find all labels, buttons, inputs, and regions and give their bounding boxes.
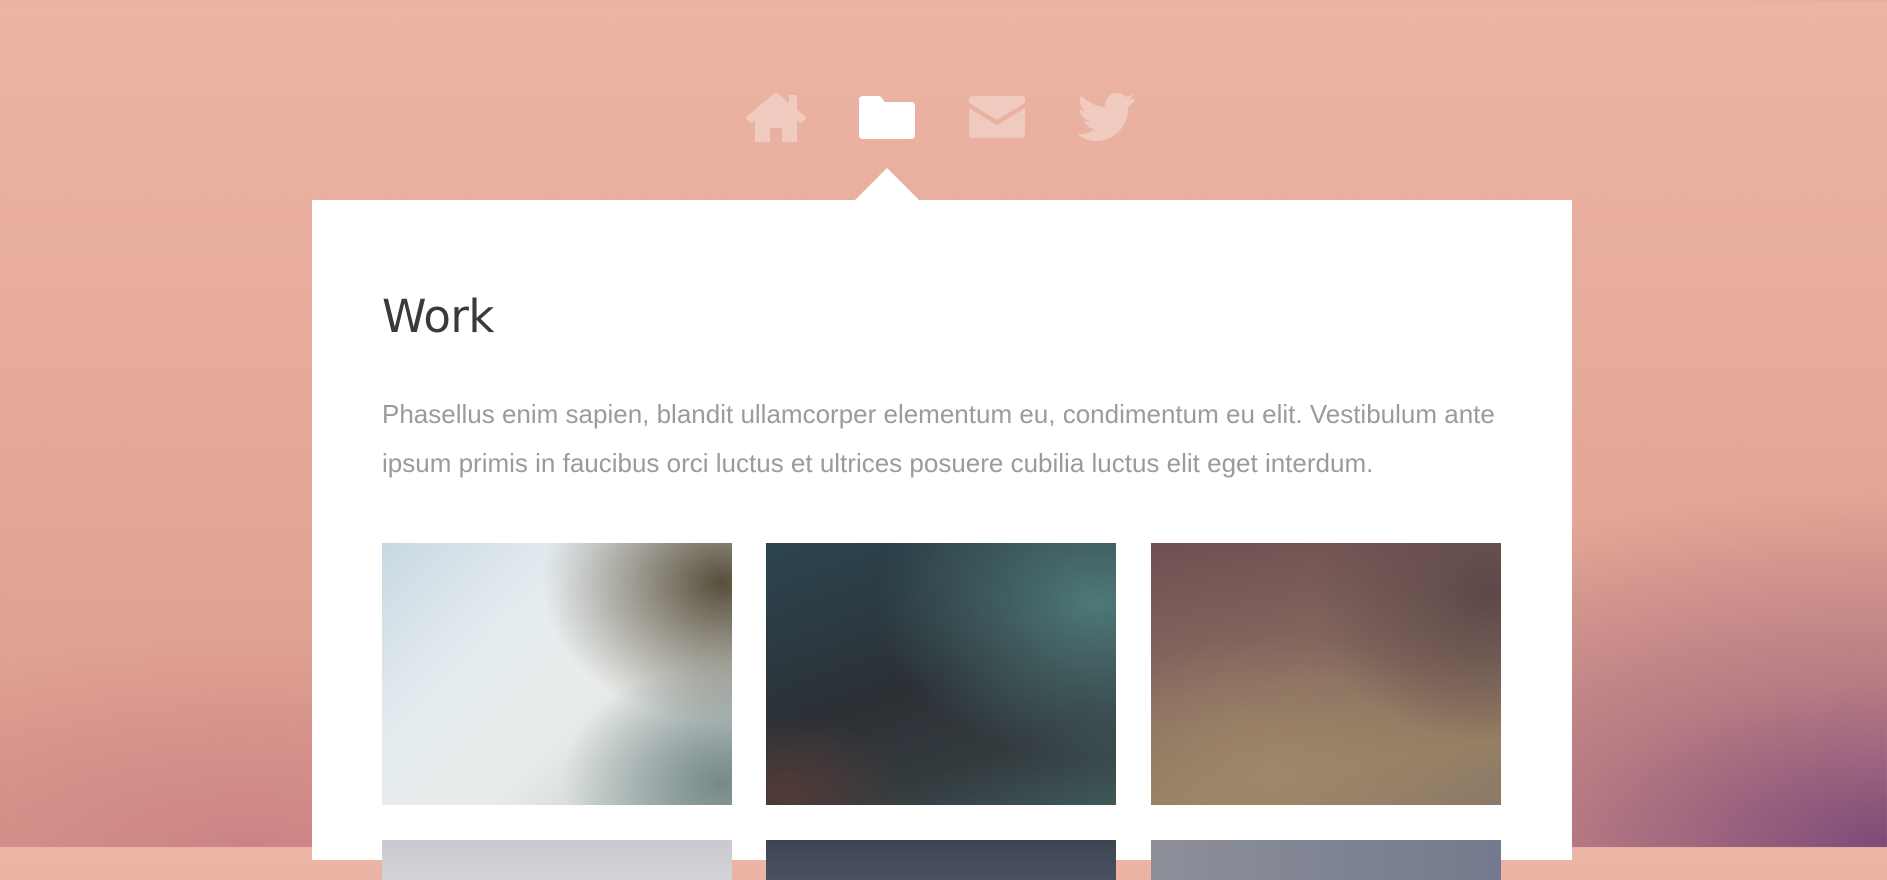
work-thumbnail[interactable]	[382, 840, 732, 880]
main-nav	[0, 86, 1887, 148]
home-icon	[745, 92, 807, 142]
work-thumbnail[interactable]	[1151, 543, 1501, 805]
work-thumbnail[interactable]	[766, 840, 1116, 880]
work-thumbnail[interactable]	[382, 543, 732, 805]
nav-home-link[interactable]	[740, 86, 812, 148]
folder-icon	[859, 96, 915, 139]
nav-twitter-link[interactable]	[1071, 86, 1143, 148]
panel-pointer-arrow	[855, 168, 919, 200]
nav-work-link[interactable]	[851, 86, 923, 148]
envelope-icon	[969, 96, 1025, 138]
work-panel: Work Phasellus enim sapien, blandit ulla…	[312, 200, 1572, 880]
twitter-bird-icon	[1078, 93, 1135, 141]
intro-text: Phasellus enim sapien, blandit ullamcorp…	[382, 399, 1495, 478]
work-thumbnail[interactable]	[766, 543, 1116, 805]
work-thumbnail[interactable]	[1151, 840, 1501, 880]
nav-contact-link[interactable]	[961, 86, 1033, 148]
page-title: Work	[382, 290, 494, 343]
